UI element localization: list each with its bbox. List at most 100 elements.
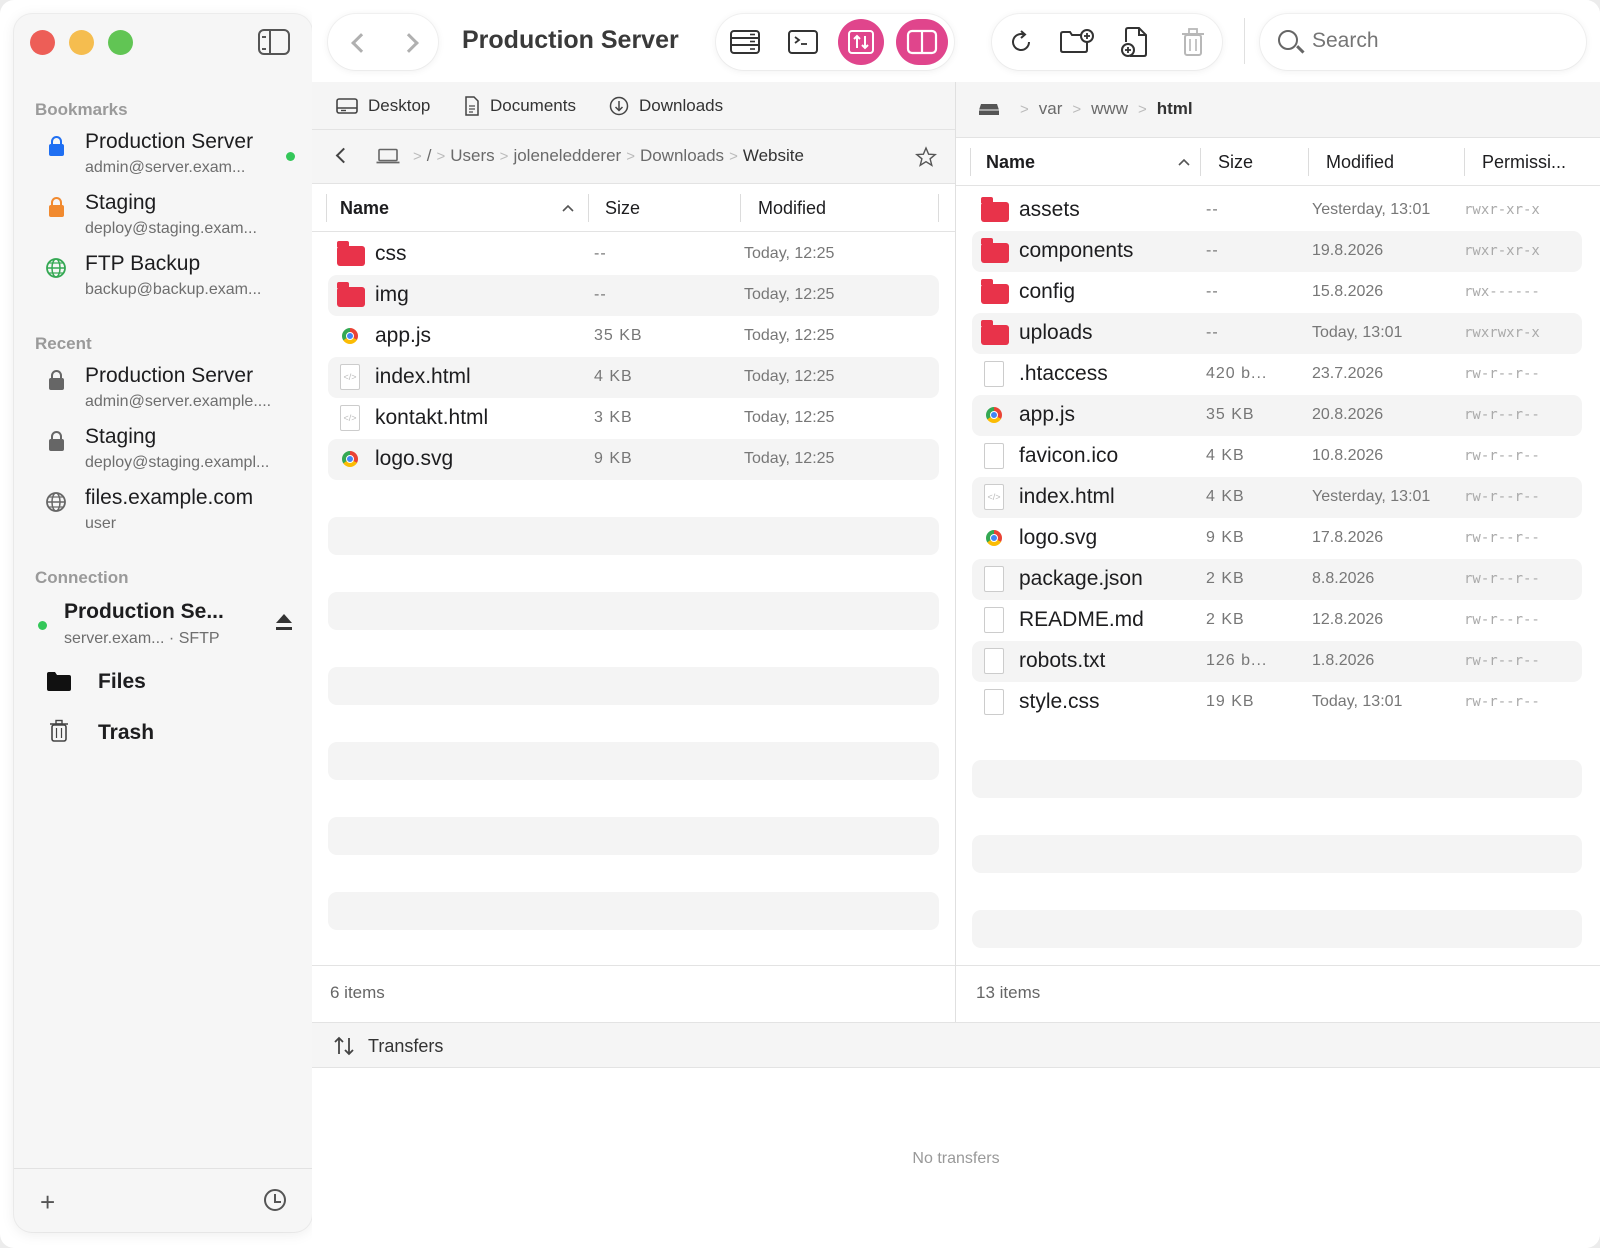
transfer-mode-icon xyxy=(848,30,874,54)
file-row[interactable]: logo.svg 9 KB Today, 12:25 xyxy=(328,439,939,480)
add-connection-button[interactable]: + xyxy=(40,1189,55,1215)
favorite-downloads[interactable]: Downloads xyxy=(609,96,723,116)
breadcrumb-item[interactable]: joleneledderer xyxy=(513,146,621,166)
search-icon xyxy=(1278,30,1298,50)
path-back-button[interactable] xyxy=(335,147,352,164)
favorite-documents[interactable]: Documents xyxy=(464,96,576,116)
split-view-button[interactable] xyxy=(896,19,948,65)
recent-title: Production Server xyxy=(85,364,254,387)
file-row[interactable]: logo.svg 9 KB 17.8.2026 rw-r--r-- xyxy=(972,518,1582,559)
file-row[interactable]: .htaccess 420 b... 23.7.2026 rw-r--r-- xyxy=(972,354,1582,395)
sidebar-toggle-icon[interactable] xyxy=(258,29,290,55)
file-row[interactable]: assets -- Yesterday, 13:01 rwxr-xr-x xyxy=(972,190,1582,231)
file-row[interactable]: components -- 19.8.2026 rwxr-xr-x xyxy=(972,231,1582,272)
remote-column-header: Name Size Modified Permissi... xyxy=(956,138,1600,186)
search-input[interactable] xyxy=(1312,29,1572,53)
column-modified[interactable]: Modified xyxy=(758,198,826,219)
forward-button[interactable] xyxy=(399,33,419,53)
file-row[interactable]: config -- 15.8.2026 rwx------ xyxy=(972,272,1582,313)
bookmark-ftp-backup[interactable]: FTP Backup backup@backup.exam... xyxy=(44,252,306,308)
close-window-button[interactable] xyxy=(30,30,55,55)
document-icon xyxy=(984,648,1004,674)
new-file-icon[interactable] xyxy=(1112,19,1158,65)
bookmark-production-server[interactable]: Production Server admin@server.exam... xyxy=(44,130,306,186)
sidebar-item-files[interactable]: Files xyxy=(46,664,296,704)
new-folder-icon[interactable] xyxy=(1054,19,1100,65)
file-row[interactable]: img -- Today, 12:25 xyxy=(328,275,939,316)
column-name[interactable]: Name xyxy=(340,198,389,219)
file-row[interactable]: favicon.ico 4 KB 10.8.2026 rw-r--r-- xyxy=(972,436,1582,477)
recent-staging[interactable]: Staging deploy@staging.exampl... xyxy=(44,425,306,481)
file-row[interactable]: </> kontakt.html 3 KB Today, 12:25 xyxy=(328,398,939,439)
file-row[interactable]: README.md 2 KB 12.8.2026 rw-r--r-- xyxy=(972,600,1582,641)
column-size[interactable]: Size xyxy=(605,198,640,219)
sort-ascending-icon xyxy=(562,204,574,212)
breadcrumb-item[interactable]: Users xyxy=(450,146,494,166)
column-modified[interactable]: Modified xyxy=(1326,152,1394,173)
file-size: 4 KB xyxy=(1206,447,1245,464)
file-modified: 8.8.2026 xyxy=(1312,570,1375,587)
file-row[interactable]: </> index.html 4 KB Today, 12:25 xyxy=(328,357,939,398)
recent-subtitle: admin@server.example.... xyxy=(85,393,272,410)
active-connection[interactable]: Production Se... server.exam... · SFTP xyxy=(36,600,304,656)
breadcrumb-item[interactable]: html xyxy=(1157,99,1193,119)
back-button[interactable] xyxy=(351,33,371,53)
file-modified: Today, 12:25 xyxy=(744,450,835,467)
document-icon xyxy=(984,607,1004,633)
file-permissions: rwx------ xyxy=(1464,284,1540,300)
local-file-list: css -- Today, 12:25 img -- Today, 12:25 app.js… xyxy=(328,234,939,930)
transfers-header[interactable]: Transfers xyxy=(312,1022,1600,1068)
remote-file-list: assets -- Yesterday, 13:01 rwxr-xr-x compone… xyxy=(972,190,1582,1023)
bookmark-staging[interactable]: Staging deploy@staging.exam... xyxy=(44,191,306,247)
favorite-desktop[interactable]: Desktop xyxy=(336,96,430,116)
file-size: -- xyxy=(594,245,607,262)
sort-ascending-icon xyxy=(1178,158,1190,166)
breadcrumb-item[interactable]: Downloads xyxy=(640,146,724,166)
file-row[interactable]: style.css 19 KB Today, 13:01 rw-r--r-- xyxy=(972,682,1582,723)
file-name: app.js xyxy=(1019,403,1076,426)
search-field[interactable] xyxy=(1260,14,1586,70)
file-row[interactable]: </> index.html 4 KB Yesterday, 13:01 rw-r--r… xyxy=(972,477,1582,518)
bookmark-subtitle: admin@server.exam... xyxy=(85,159,246,176)
transfer-mode-button[interactable] xyxy=(838,19,884,65)
sidebar-item-trash[interactable]: Trash xyxy=(46,715,296,755)
recent-production-server[interactable]: Production Server admin@server.example..… xyxy=(44,364,306,420)
remote-path-bar: > var > www > html xyxy=(956,82,1600,138)
star-icon[interactable] xyxy=(915,146,937,168)
favorites-bar: Desktop Documents Downloads xyxy=(312,82,955,130)
zoom-window-button[interactable] xyxy=(108,30,133,55)
toolbar-divider xyxy=(1244,18,1245,64)
trash-icon[interactable] xyxy=(1170,19,1216,65)
breadcrumb-item[interactable]: www xyxy=(1091,99,1128,119)
lock-icon xyxy=(44,195,68,219)
file-row[interactable]: robots.txt 126 b... 1.8.2026 rw-r--r-- xyxy=(972,641,1582,682)
terminal-icon[interactable] xyxy=(780,19,826,65)
file-name: index.html xyxy=(1019,485,1115,508)
file-row[interactable]: package.json 2 KB 8.8.2026 rw-r--r-- xyxy=(972,559,1582,600)
file-size: 2 KB xyxy=(1206,570,1245,587)
column-name[interactable]: Name xyxy=(986,152,1035,173)
breadcrumb-item[interactable]: Website xyxy=(743,146,804,166)
file-row[interactable]: uploads -- Today, 13:01 rwxrwxr-x xyxy=(972,313,1582,354)
server-list-icon[interactable] xyxy=(722,19,768,65)
connection-title: Production Se... xyxy=(64,600,224,623)
folder-icon xyxy=(337,241,365,266)
column-size[interactable]: Size xyxy=(1218,152,1253,173)
lock-icon xyxy=(44,429,68,453)
document-icon xyxy=(984,689,1004,715)
empty-row xyxy=(972,760,1582,798)
breadcrumb-item[interactable]: / xyxy=(427,146,432,166)
breadcrumb-item[interactable]: var xyxy=(1039,99,1063,119)
file-row[interactable]: app.js 35 KB Today, 12:25 xyxy=(328,316,939,357)
eject-icon[interactable] xyxy=(276,614,292,630)
file-row[interactable]: css -- Today, 12:25 xyxy=(328,234,939,275)
file-permissions: rw-r--r-- xyxy=(1464,366,1540,382)
recent-files-example-com[interactable]: files.example.com user xyxy=(44,486,306,542)
history-icon[interactable] xyxy=(264,1189,286,1211)
file-row[interactable]: app.js 35 KB 20.8.2026 rw-r--r-- xyxy=(972,395,1582,436)
refresh-icon[interactable] xyxy=(998,19,1044,65)
file-size: 35 KB xyxy=(594,327,643,344)
minimize-window-button[interactable] xyxy=(69,30,94,55)
file-permissions: rw-r--r-- xyxy=(1464,694,1540,710)
column-permissions[interactable]: Permissi... xyxy=(1482,152,1566,173)
